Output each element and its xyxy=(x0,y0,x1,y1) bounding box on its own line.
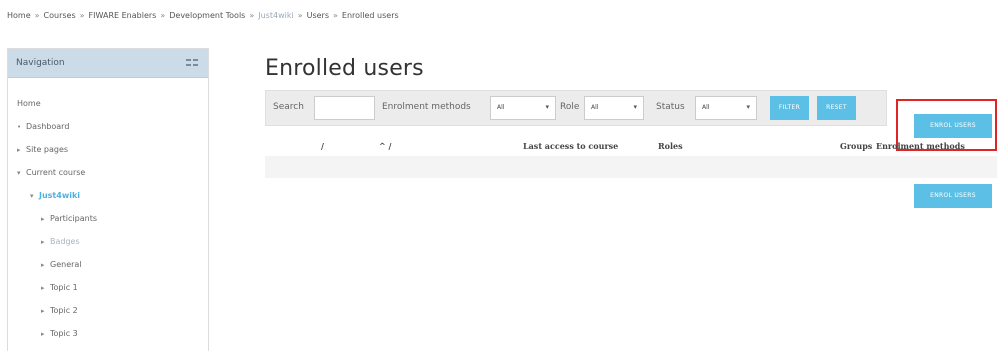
chevron-down-icon: ▾ xyxy=(746,103,750,111)
navigation-block: Navigation Home • Dashboard ▸ Site pages ▾… xyxy=(7,48,209,351)
chevron-right-icon: ▸ xyxy=(41,284,45,292)
breadcrumb-development-tools[interactable]: Development Tools xyxy=(169,11,245,20)
chevron-down-icon: ▾ xyxy=(633,103,637,111)
table-row xyxy=(265,156,997,178)
filter-button[interactable]: FILTER xyxy=(770,96,809,120)
breadcrumb-enrolled-users: Enrolled users xyxy=(341,11,399,20)
chevron-right-icon: ▸ xyxy=(41,330,45,338)
chevron-down-icon: ▾ xyxy=(17,169,21,177)
role-select[interactable]: All ▾ xyxy=(584,96,644,120)
nav-item-participants[interactable]: ▸ Participants xyxy=(41,214,97,223)
nav-item-general[interactable]: ▸ General xyxy=(41,260,82,269)
column-header-enrolment-methods: Enrolment methods xyxy=(876,141,965,151)
enrolment-methods-select[interactable]: All ▾ xyxy=(490,96,556,120)
breadcrumb-fiware-enablers[interactable]: FIWARE Enablers xyxy=(89,11,157,20)
search-input[interactable] xyxy=(314,96,375,120)
role-label: Role xyxy=(560,102,580,112)
bullet-icon: • xyxy=(17,123,22,131)
nav-item-current-course[interactable]: ▾ Current course xyxy=(17,168,85,177)
status-label: Status xyxy=(656,102,685,112)
navigation-title: Navigation xyxy=(16,58,65,68)
nav-item-topic-3[interactable]: ▸ Topic 3 xyxy=(41,329,78,338)
chevron-down-icon: ▾ xyxy=(545,103,549,111)
column-header-last-access[interactable]: Last access to course xyxy=(523,141,618,151)
chevron-right-icon: ▸ xyxy=(41,261,45,269)
navigation-header: Navigation xyxy=(8,49,208,78)
chevron-right-icon: ▸ xyxy=(41,307,45,315)
breadcrumb-users[interactable]: Users xyxy=(307,11,329,20)
breadcrumb-home[interactable]: Home xyxy=(7,11,31,20)
chevron-right-icon: ▸ xyxy=(17,146,21,154)
nav-item-course[interactable]: ▾ Just4wiki xyxy=(30,191,80,200)
nav-item-site-pages[interactable]: ▸ Site pages xyxy=(17,145,68,154)
breadcrumb-courses[interactable]: Courses xyxy=(44,11,76,20)
chevron-down-icon: ▾ xyxy=(30,192,34,200)
filter-bar: Search Enrolment methods All ▾ Role All … xyxy=(265,90,887,126)
dock-block-icon[interactable] xyxy=(186,59,200,67)
chevron-right-icon: ▸ xyxy=(41,238,45,246)
nav-item-topic-1[interactable]: ▸ Topic 1 xyxy=(41,283,78,292)
chevron-right-icon: ▸ xyxy=(41,215,45,223)
search-label: Search xyxy=(273,102,304,112)
enrol-users-button-bottom[interactable]: ENROL USERS xyxy=(914,184,992,208)
status-select[interactable]: All ▾ xyxy=(695,96,757,120)
column-header-groups: Groups xyxy=(840,141,873,151)
breadcrumb: Home» Courses» FIWARE Enablers» Development… xyxy=(7,11,399,20)
nav-item-dashboard[interactable]: • Dashboard xyxy=(17,122,69,131)
page-title: Enrolled users xyxy=(265,56,424,81)
nav-item-badges[interactable]: ▸ Badges xyxy=(41,237,80,246)
enrolment-methods-label: Enrolment methods xyxy=(382,102,471,112)
nav-item-home[interactable]: Home xyxy=(17,99,41,108)
column-header-roles: Roles xyxy=(658,141,683,151)
reset-button[interactable]: RESET xyxy=(817,96,856,120)
nav-item-topic-2[interactable]: ▸ Topic 2 xyxy=(41,306,78,315)
breadcrumb-course[interactable]: Just4wiki xyxy=(258,11,293,20)
column-header-name[interactable]: ^ / xyxy=(379,141,391,151)
column-header-select[interactable]: / xyxy=(321,141,324,151)
